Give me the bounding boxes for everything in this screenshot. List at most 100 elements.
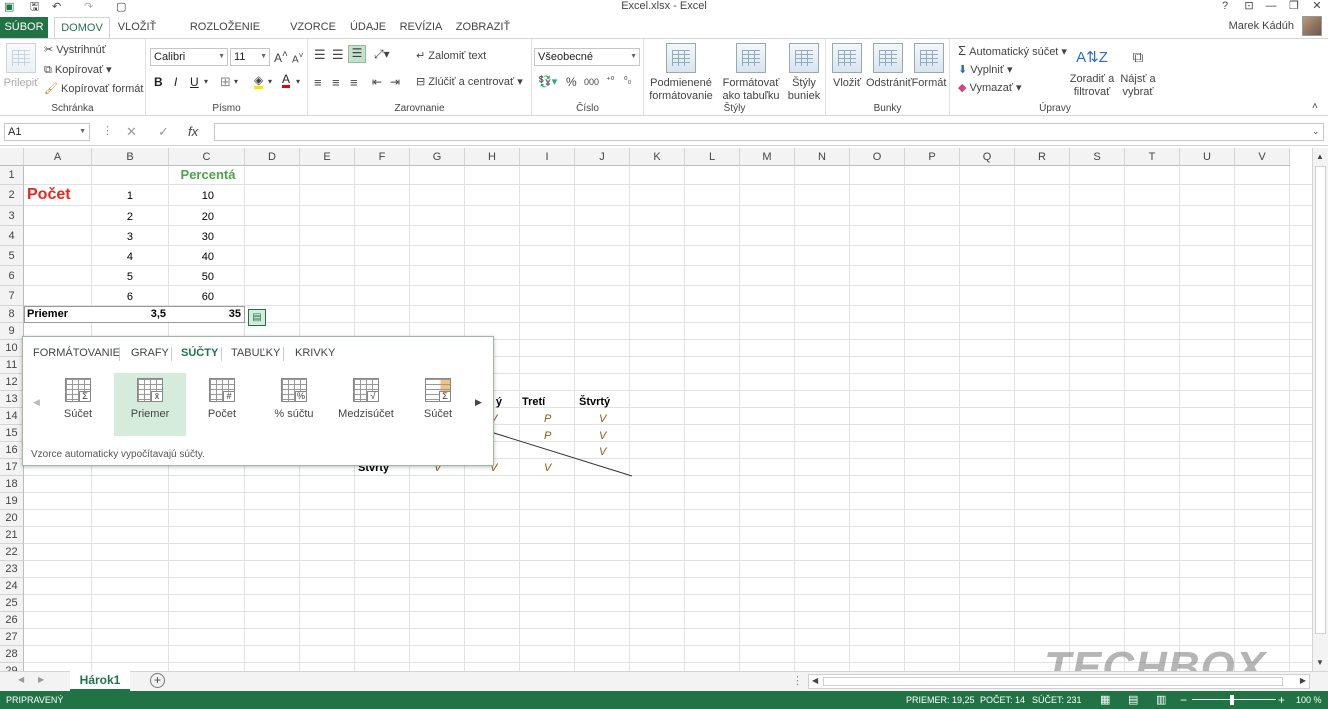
cancel-button[interactable]: ✕ xyxy=(126,124,137,140)
cell-styles-button[interactable]: Štýly buniek xyxy=(784,43,824,103)
shrink-font-button[interactable]: A˅ xyxy=(292,50,304,65)
qa-tab-tables[interactable]: TABUĽKY xyxy=(231,347,280,359)
zoom-out-button[interactable]: − xyxy=(1180,691,1187,709)
font-name-combo[interactable]: Calibri ▼ xyxy=(150,48,228,66)
font-color-icon[interactable]: A xyxy=(282,73,291,88)
chevron-down-icon[interactable]: ▾ xyxy=(234,77,238,86)
orientation-icon[interactable]: ⤢▾ xyxy=(374,47,390,62)
qa-tab-charts[interactable]: GRAFY xyxy=(131,347,169,359)
status-average[interactable]: PRIEMER: 19,25 xyxy=(906,691,975,709)
scroll-down-icon[interactable]: ▼ xyxy=(1316,658,1324,667)
vertical-scrollbar[interactable]: ▲ ▼ xyxy=(1312,148,1328,671)
qa-item-percent-total[interactable]: % % súčtu xyxy=(258,373,330,436)
ribbon-display-icon[interactable]: ⊡ xyxy=(1240,0,1258,13)
next-sheet-icon[interactable]: ▶ xyxy=(38,675,44,684)
sheet-tab-harok1[interactable]: Hárok1 xyxy=(70,671,130,691)
qa-tab-sparklines[interactable]: KRIVKY xyxy=(295,347,335,359)
zoom-slider-track[interactable] xyxy=(1192,699,1276,700)
tab-view[interactable]: ZOBRAZIŤ xyxy=(452,18,514,38)
scroll-thumb[interactable] xyxy=(1315,166,1326,634)
paste-button[interactable]: Prilepiť xyxy=(2,43,40,90)
copy-button[interactable]: ⧉ Kopírovať ▾ xyxy=(44,63,112,77)
status-sum[interactable]: SÚČET: 231 xyxy=(1032,691,1082,709)
underline-button[interactable]: U xyxy=(190,75,199,89)
help-button[interactable]: ? xyxy=(1216,0,1234,13)
tab-review[interactable]: REVÍZIA xyxy=(396,18,446,38)
horizontal-scrollbar[interactable]: ◀ ▶ xyxy=(808,674,1310,689)
tab-data[interactable]: ÚDAJE xyxy=(346,18,390,38)
close-button[interactable]: ✕ xyxy=(1308,0,1326,13)
chevron-down-icon[interactable]: ▾ xyxy=(268,77,272,86)
normal-view-icon[interactable]: ▦ xyxy=(1100,691,1110,709)
user-name[interactable]: Marek Kádúh xyxy=(1229,20,1294,32)
zoom-level[interactable]: 100 % xyxy=(1296,691,1322,709)
qa-scroll-left-icon[interactable]: ◀ xyxy=(33,397,40,408)
qa-item-average[interactable]: x̄ Priemer xyxy=(114,373,186,436)
chevron-down-icon[interactable]: ▾ xyxy=(204,77,208,86)
decrease-indent-icon[interactable]: ⇤ xyxy=(372,75,382,89)
thousands-button[interactable]: 000 xyxy=(584,77,599,87)
tab-insert[interactable]: VLOŽIŤ xyxy=(114,18,160,38)
increase-decimal-icon[interactable]: ⁺⁰ xyxy=(606,75,614,86)
number-format-combo[interactable]: Všeobecné ▼ xyxy=(534,48,640,66)
qa-tab-formatting[interactable]: FORMÁTOVANIE xyxy=(33,347,120,359)
align-bottom-icon[interactable]: ☰ xyxy=(348,45,366,63)
decrease-decimal-icon[interactable]: ⁰₀ xyxy=(624,75,631,86)
align-middle-icon[interactable]: ☰ xyxy=(332,47,344,63)
qa-item-running-total[interactable]: √ Medzisúčet xyxy=(330,373,402,436)
expand-formula-bar-icon[interactable]: ⌄ xyxy=(1312,126,1320,137)
cut-button[interactable]: ✂ Vystrihnúť xyxy=(44,43,106,56)
qa-tab-totals[interactable]: SÚČTY xyxy=(181,347,218,359)
minimize-button[interactable]: — xyxy=(1262,0,1280,13)
bold-button[interactable]: B xyxy=(154,75,163,89)
avatar[interactable] xyxy=(1302,16,1322,36)
sort-filter-button[interactable]: A⇅Z Zoradiť a filtrovať xyxy=(1066,43,1118,99)
tab-home[interactable]: DOMOV xyxy=(54,17,110,39)
tab-page-layout[interactable]: ROZLOŽENIE STRANY xyxy=(168,18,282,51)
scroll-up-icon[interactable]: ▲ xyxy=(1316,152,1324,161)
conditional-formatting-button[interactable]: Podmienené formátovanie xyxy=(646,43,716,103)
insert-function-button[interactable]: fx xyxy=(188,124,198,139)
restore-button[interactable]: ❐ xyxy=(1285,0,1303,13)
fill-button[interactable]: ⬇ Vyplniť ▾ xyxy=(958,63,1013,76)
name-box[interactable]: A1 ▼ xyxy=(4,123,90,141)
formula-input[interactable] xyxy=(214,123,1324,141)
increase-indent-icon[interactable]: ⇥ xyxy=(390,75,400,89)
qa-item-count[interactable]: # Počet xyxy=(186,373,258,436)
tab-file[interactable]: SÚBOR xyxy=(0,17,48,38)
align-left-icon[interactable]: ≡ xyxy=(314,75,322,90)
collapse-ribbon-icon[interactable]: ˄ xyxy=(1312,101,1318,112)
add-sheet-button[interactable]: + xyxy=(150,673,165,688)
status-count[interactable]: POČET: 14 xyxy=(980,691,1025,709)
format-painter-button[interactable]: 🖌 Kopírovať formát xyxy=(44,82,143,95)
zoom-in-button[interactable]: + xyxy=(1278,691,1285,709)
borders-icon[interactable]: ⊞ xyxy=(220,74,231,90)
format-as-table-button[interactable]: Formátovať ako tabuľku xyxy=(718,43,784,103)
insert-cells-button[interactable]: Vložiť xyxy=(828,43,866,90)
h-scroll-thumb[interactable] xyxy=(823,677,1283,686)
wrap-text-button[interactable]: ↵ Zalomiť text xyxy=(416,49,486,62)
zoom-slider-thumb[interactable] xyxy=(1230,695,1234,705)
page-layout-view-icon[interactable]: ▤ xyxy=(1128,691,1138,709)
currency-icon[interactable]: 💱▾ xyxy=(538,75,557,88)
delete-cells-button[interactable]: Odstrániť xyxy=(866,43,912,90)
font-size-combo[interactable]: 11 ▼ xyxy=(230,48,270,66)
grow-font-button[interactable]: A˄ xyxy=(274,49,288,65)
tab-formulas[interactable]: VZORCE xyxy=(288,18,338,38)
prev-sheet-icon[interactable]: ◀ xyxy=(18,675,24,684)
merge-center-button[interactable]: ⊟ Zlúčiť a centrovať ▾ xyxy=(416,75,523,88)
fill-color-icon[interactable]: ◈ xyxy=(254,74,264,89)
qa-item-sum-column[interactable]: Σ Súčet xyxy=(402,373,474,436)
qa-scroll-right-icon[interactable]: ▶ xyxy=(475,397,482,408)
autosum-button[interactable]: Σ Automatický súčet ▾ xyxy=(958,43,1067,58)
qa-item-sum[interactable]: Σ Súčet xyxy=(42,373,114,436)
scroll-left-icon[interactable]: ◀ xyxy=(812,676,818,685)
align-top-icon[interactable]: ☰ xyxy=(314,47,326,63)
align-right-icon[interactable]: ≡ xyxy=(350,75,358,90)
align-center-icon[interactable]: ≡ xyxy=(332,75,340,90)
chevron-down-icon[interactable]: ▾ xyxy=(296,77,300,86)
enter-button[interactable]: ✓ xyxy=(158,124,169,140)
page-break-view-icon[interactable]: ▥ xyxy=(1156,691,1166,709)
percent-button[interactable]: % xyxy=(566,75,577,89)
format-cells-button[interactable]: Formát xyxy=(910,43,948,90)
